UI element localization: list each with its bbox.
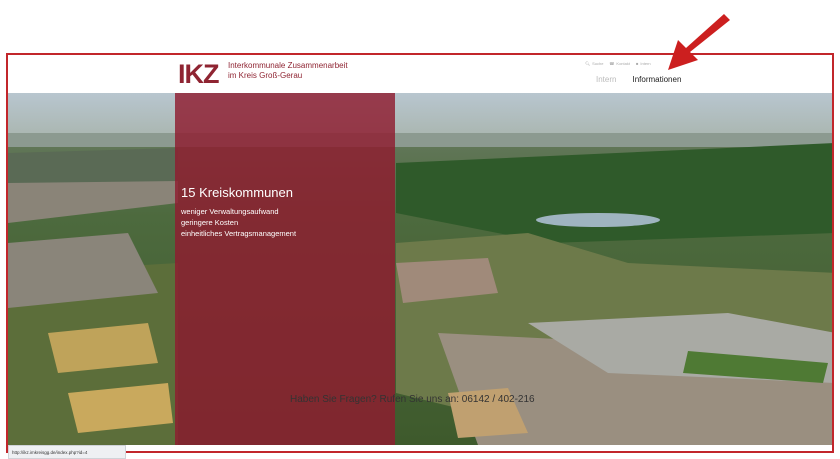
nav-item-informationen[interactable]: Informationen <box>632 75 681 84</box>
nav-item-intern[interactable]: Intern <box>596 75 616 84</box>
ikz-logo[interactable]: IKZ <box>178 59 219 90</box>
logo-tagline-line2: im Kreis Groß-Gerau <box>228 71 303 80</box>
logo-tagline[interactable]: Interkommunale Zusammenarbeit im Kreis G… <box>228 61 348 81</box>
util-contact-label: Kontakt <box>616 61 630 66</box>
util-search-label: Suche <box>592 61 604 66</box>
footer-bar <box>8 445 832 451</box>
hero-image: 15 Kreiskommunen weniger Verwaltungsaufw… <box>8 93 832 445</box>
search-icon: 🔍︎ <box>585 61 591 66</box>
main-nav: Intern Informationen <box>596 75 681 84</box>
contact-cta: Haben Sie Fragen? Rufen Sie uns an: 0614… <box>290 394 535 405</box>
phone-icon: ☎ <box>609 61 615 66</box>
util-contact-link[interactable]: ☎ Kontakt <box>609 61 630 66</box>
aerial-landscape-image <box>8 93 832 445</box>
claim-title: 15 Kreiskommunen <box>181 185 293 200</box>
util-intern-label: Intern <box>640 61 651 66</box>
browser-viewport: IKZ Interkommunale Zusammenarbeit im Kre… <box>6 53 834 453</box>
claim-benefit: geringere Kosten <box>181 218 239 227</box>
claim-panel: 15 Kreiskommunen weniger Verwaltungsaufw… <box>175 93 395 445</box>
logo-tagline-line1: Interkommunale Zusammenarbeit <box>228 61 348 70</box>
lock-icon: ■ <box>635 61 639 66</box>
claim-benefits: weniger Verwaltungsaufwand geringere Kos… <box>181 206 296 239</box>
browser-status-url: http://ikz.imkreisgg.de/index.php?id=4 <box>8 445 126 459</box>
utility-nav: 🔍︎ Suche ☎ Kontakt ■ Intern <box>585 61 651 66</box>
util-intern-link[interactable]: ■ Intern <box>636 61 651 66</box>
util-search-link[interactable]: 🔍︎ Suche <box>585 61 603 66</box>
claim-benefit: einheitliches Vertragsmanagement <box>181 229 297 238</box>
red-arrow-annotation-icon <box>668 14 730 70</box>
claim-benefit: weniger Verwaltungsaufwand <box>181 207 279 216</box>
